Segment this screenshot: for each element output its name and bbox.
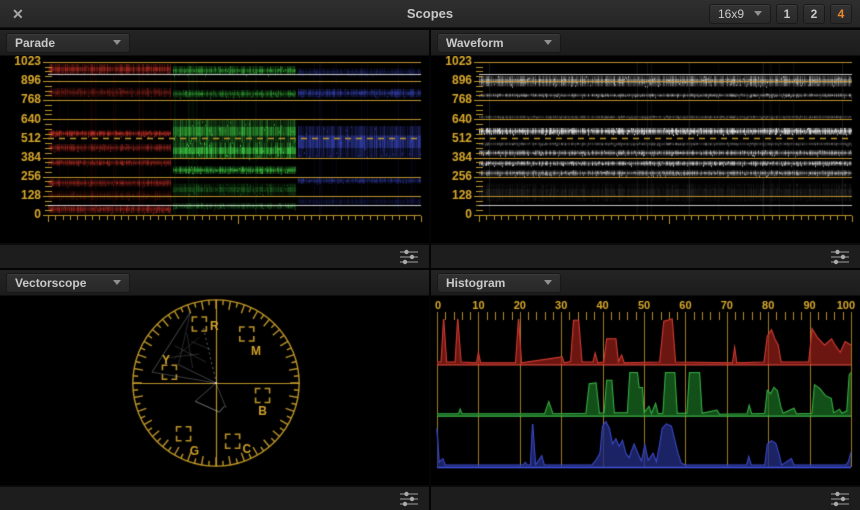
waveform-graph xyxy=(431,56,860,243)
panel-vectorscope: Vectorscope xyxy=(0,270,429,510)
sliders-icon xyxy=(400,491,418,506)
chevron-down-icon xyxy=(113,280,121,285)
histogram-header: Histogram xyxy=(431,270,860,296)
sliders-icon xyxy=(400,249,418,264)
aspect-ratio-value: 16x9 xyxy=(718,6,745,21)
vectorscope-header: Vectorscope xyxy=(0,270,429,296)
titlebar: ✕ Scopes 16x9 1 2 4 xyxy=(0,0,860,28)
chevron-down-icon xyxy=(113,40,121,45)
vectorscope-scope-select[interactable]: Vectorscope xyxy=(6,272,130,293)
panel-parade: Parade xyxy=(0,30,429,268)
parade-graph xyxy=(0,56,429,243)
parade-scope-select[interactable]: Parade xyxy=(6,32,130,53)
chevron-down-icon xyxy=(544,40,552,45)
sliders-icon xyxy=(831,249,849,264)
sliders-icon xyxy=(831,491,849,506)
waveform-scope-area xyxy=(431,56,860,243)
histogram-scope-select[interactable]: Histogram xyxy=(437,272,561,293)
parade-scope-area xyxy=(0,56,429,243)
scopes-grid: Parade Waveform Vectorscope Histogram xyxy=(0,30,860,510)
parade-scope-select-label: Parade xyxy=(15,35,56,50)
vectorscope-footer xyxy=(0,485,429,510)
layout-2-button[interactable]: 2 xyxy=(803,3,825,24)
vectorscope-graph xyxy=(0,296,429,485)
waveform-scope-select-label: Waveform xyxy=(446,35,504,50)
close-button[interactable]: ✕ xyxy=(12,7,24,21)
parade-footer xyxy=(0,243,429,268)
histogram-scope-area xyxy=(431,296,860,485)
vectorscope-scope-select-label: Vectorscope xyxy=(15,275,87,290)
histogram-scope-select-label: Histogram xyxy=(446,275,506,290)
panel-waveform: Waveform xyxy=(431,30,860,268)
histogram-settings-button[interactable] xyxy=(829,491,851,507)
chevron-down-icon xyxy=(754,11,762,16)
aspect-ratio-select[interactable]: 16x9 xyxy=(709,3,771,24)
chevron-down-icon xyxy=(544,280,552,285)
parade-settings-button[interactable] xyxy=(398,249,420,265)
parade-header: Parade xyxy=(0,30,429,56)
waveform-scope-select[interactable]: Waveform xyxy=(437,32,561,53)
waveform-footer xyxy=(431,243,860,268)
titlebar-controls: 16x9 1 2 4 xyxy=(709,3,860,24)
histogram-graph xyxy=(431,296,860,485)
layout-1-button[interactable]: 1 xyxy=(776,3,798,24)
waveform-settings-button[interactable] xyxy=(829,249,851,265)
layout-4-button[interactable]: 4 xyxy=(830,3,852,24)
scopes-window: ✕ Scopes 16x9 1 2 4 Parade Waveform Vect… xyxy=(0,0,860,510)
waveform-header: Waveform xyxy=(431,30,860,56)
vectorscope-scope-area xyxy=(0,296,429,485)
histogram-footer xyxy=(431,485,860,510)
panel-histogram: Histogram xyxy=(431,270,860,510)
vectorscope-settings-button[interactable] xyxy=(398,491,420,507)
